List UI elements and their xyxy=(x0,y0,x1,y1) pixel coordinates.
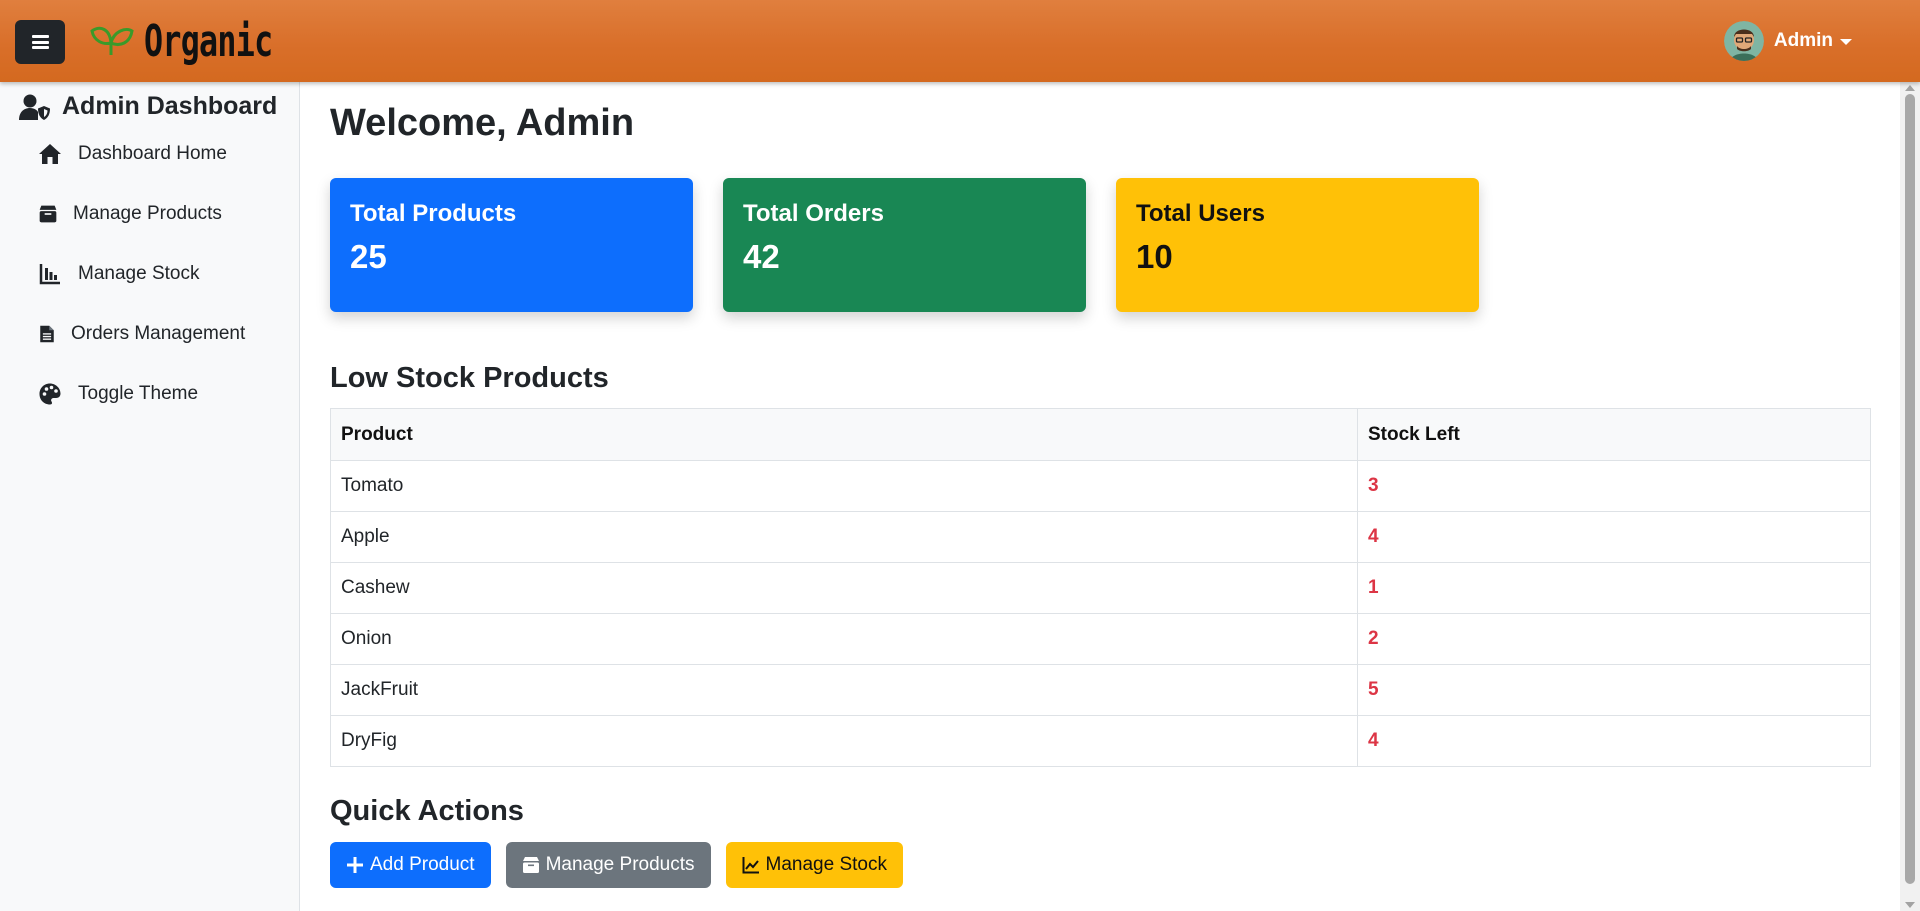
user-shield-icon xyxy=(19,94,50,120)
scroll-down-arrow-icon[interactable] xyxy=(1905,902,1915,908)
stock-cell: 3 xyxy=(1357,460,1871,512)
button-label: Add Product xyxy=(370,854,475,875)
sidebar-item-label: Dashboard Home xyxy=(78,143,227,164)
table-row: Onion 2 xyxy=(330,613,1871,665)
stat-card-total-users: Total Users 10 xyxy=(1116,178,1479,312)
table-row: Cashew 1 xyxy=(330,562,1871,614)
stock-cell: 4 xyxy=(1357,511,1871,563)
stock-cell: 2 xyxy=(1357,613,1871,665)
navbar: Organic Admin xyxy=(0,0,1920,82)
chevron-down-icon xyxy=(1840,39,1852,45)
table-header-row: Product Stock Left xyxy=(330,408,1871,461)
stat-value: 10 xyxy=(1136,238,1173,275)
product-cell: Apple xyxy=(330,511,1358,563)
stock-cell: 4 xyxy=(1357,715,1871,767)
stat-card-total-products: Total Products 25 xyxy=(330,178,693,312)
user-name: Admin xyxy=(1773,30,1833,51)
product-cell: Onion xyxy=(330,613,1358,665)
stock-cell: 5 xyxy=(1357,664,1871,716)
column-header-stock-left: Stock Left xyxy=(1357,408,1871,461)
menu-toggle-button[interactable] xyxy=(15,20,65,64)
page-scrollbar[interactable] xyxy=(1900,82,1920,911)
sidebar-item-orders-management[interactable]: Orders Management xyxy=(38,314,245,354)
button-label: Manage Products xyxy=(545,854,695,875)
sidebar-item-manage-stock[interactable]: Manage Stock xyxy=(38,254,199,294)
page-title: Welcome, Admin xyxy=(330,102,635,144)
stat-card-total-orders: Total Orders 42 xyxy=(723,178,1086,312)
quick-actions-title: Quick Actions xyxy=(330,795,524,827)
product-cell: JackFruit xyxy=(330,664,1358,716)
manage-stock-button[interactable]: Manage Stock xyxy=(725,842,903,888)
hamburger-icon xyxy=(31,35,49,49)
sidebar-item-label: Manage Stock xyxy=(78,263,200,284)
document-icon xyxy=(40,325,54,343)
sidebar-item-dashboard-home[interactable]: Dashboard Home xyxy=(38,134,227,174)
column-header-product: Product xyxy=(330,408,1358,461)
low-stock-table: Product Stock Left Tomato 3 Apple 4 Cash… xyxy=(330,408,1871,767)
add-product-button[interactable]: Add Product xyxy=(330,842,491,888)
line-chart-icon xyxy=(742,857,759,874)
user-dropdown[interactable]: Admin xyxy=(1723,20,1852,62)
quick-actions: Add Product Manage Products Manage Stock xyxy=(330,842,918,888)
sidebar-item-label: Orders Management xyxy=(71,323,246,344)
button-label: Manage Stock xyxy=(765,854,887,875)
sidebar-item-label: Manage Products xyxy=(73,203,222,224)
product-cell: Cashew xyxy=(330,562,1358,614)
stat-value: 25 xyxy=(350,238,387,275)
stat-label: Total Products xyxy=(350,200,517,227)
avatar xyxy=(1723,21,1764,61)
palette-icon xyxy=(39,383,61,405)
table-row: Apple 4 xyxy=(330,511,1871,563)
product-cell: DryFig xyxy=(330,715,1358,767)
scrollbar-thumb[interactable] xyxy=(1905,94,1915,884)
sidebar: Admin Dashboard Dashboard Home Manage Pr… xyxy=(0,82,300,911)
manage-products-button[interactable]: Manage Products xyxy=(505,842,711,888)
home-icon xyxy=(39,144,61,164)
table-row: JackFruit 5 xyxy=(330,664,1871,716)
box-icon xyxy=(39,205,57,223)
sidebar-item-label: Toggle Theme xyxy=(78,383,199,404)
bar-chart-icon xyxy=(39,264,60,285)
brand-logo[interactable]: Organic xyxy=(86,14,322,68)
box-icon xyxy=(522,857,539,873)
stock-cell: 1 xyxy=(1357,562,1871,614)
leaf-icon xyxy=(90,26,134,55)
low-stock-title: Low Stock Products xyxy=(330,362,609,394)
sidebar-item-manage-products[interactable]: Manage Products xyxy=(38,194,222,234)
product-cell: Tomato xyxy=(330,460,1358,512)
plus-icon xyxy=(347,857,363,873)
stat-value: 42 xyxy=(743,238,780,275)
scroll-up-arrow-icon[interactable] xyxy=(1905,85,1915,91)
brand-name: Organic xyxy=(144,15,273,67)
table-row: Tomato 3 xyxy=(330,460,1871,512)
stat-label: Total Users xyxy=(1136,200,1265,227)
sidebar-item-toggle-theme[interactable]: Toggle Theme xyxy=(38,374,198,414)
sidebar-title: Admin Dashboard xyxy=(19,92,277,121)
main-content: Welcome, Admin Total Products 25 Total O… xyxy=(300,82,1900,911)
sidebar-title-label: Admin Dashboard xyxy=(62,92,278,120)
stat-label: Total Orders xyxy=(743,200,884,227)
table-row: DryFig 4 xyxy=(330,715,1871,767)
